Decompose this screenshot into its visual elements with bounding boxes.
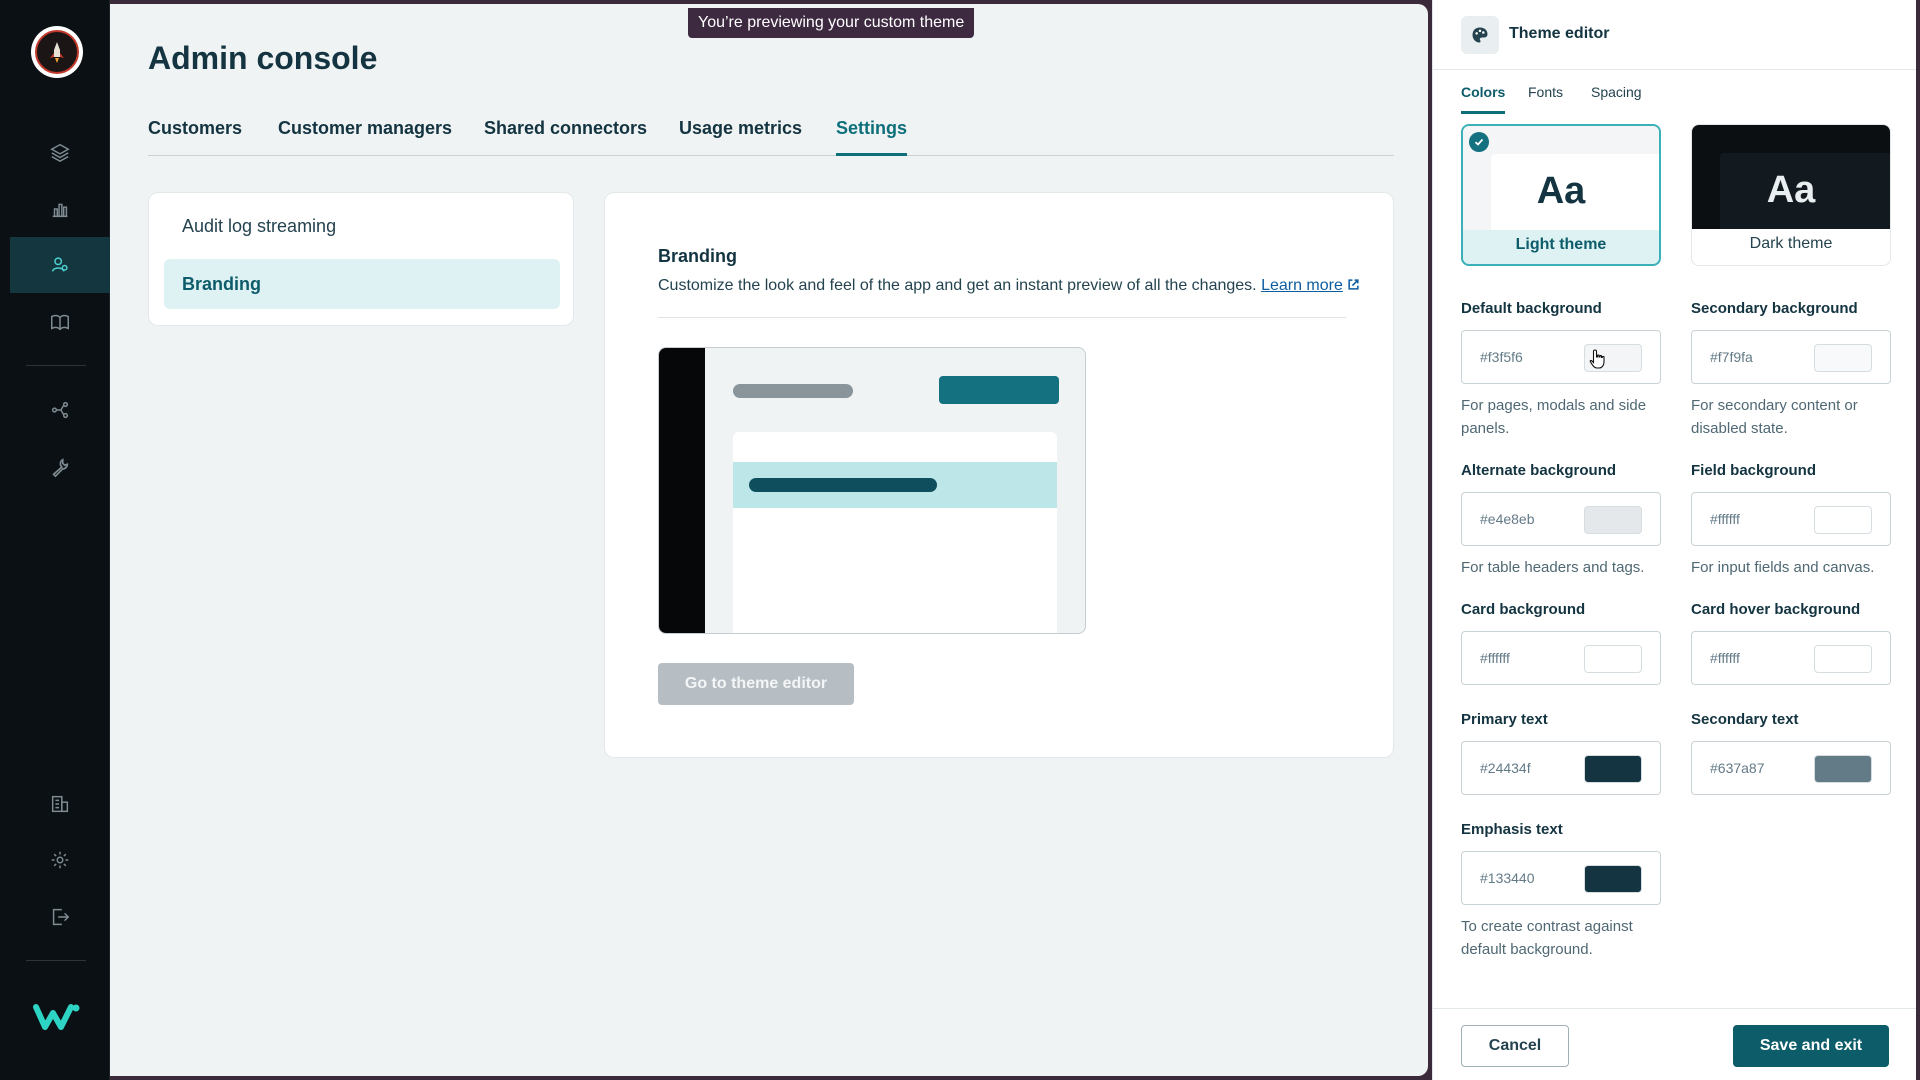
color-swatch[interactable] [1814, 344, 1872, 372]
learn-more-link[interactable]: Learn more [1261, 277, 1343, 294]
secondary-background-input[interactable]: #f7f9fa [1691, 330, 1891, 384]
preview-banner: You’re previewing your custom theme [688, 8, 975, 38]
dark-theme-option[interactable]: Aa Dark theme [1691, 124, 1891, 266]
settings-nav-audit-log[interactable]: Audit log streaming [164, 201, 560, 251]
secondary-text-input[interactable]: #637a87 [1691, 741, 1891, 795]
card-background-input[interactable]: #ffffff [1461, 631, 1661, 685]
field-card-background: Card background #ffffff [1461, 601, 1661, 685]
dark-theme-sample: Aa [1766, 169, 1816, 211]
preview-selected-row [733, 462, 1057, 508]
branding-card: Branding Customize the look and feel of … [604, 192, 1394, 758]
palette-icon [1461, 16, 1499, 54]
book-icon[interactable] [10, 294, 110, 350]
editor-footer: Cancel Save and exit [1433, 1008, 1916, 1080]
tab-usage-metrics[interactable]: Usage metrics [679, 118, 802, 156]
tab-customers[interactable]: Customers [148, 118, 242, 156]
color-swatch[interactable] [1584, 506, 1642, 534]
field-secondary-background: Secondary background #f7f9fa For seconda… [1691, 300, 1891, 440]
go-to-theme-editor-button[interactable]: Go to theme editor [658, 663, 854, 705]
field-emphasis-text: Emphasis text #133440 To create contrast… [1461, 821, 1661, 961]
color-swatch[interactable] [1584, 865, 1642, 893]
bar-chart-icon[interactable] [10, 181, 110, 237]
primary-text-input[interactable]: #24434f [1461, 741, 1661, 795]
light-theme-label: Light theme [1515, 236, 1607, 253]
hand-cursor-icon [1589, 349, 1605, 369]
light-theme-sample: Aa [1536, 170, 1586, 212]
editor-tab-spacing[interactable]: Spacing [1591, 84, 1642, 114]
preview-button [939, 376, 1059, 404]
gear-icon[interactable] [10, 832, 110, 888]
branding-title: Branding [658, 246, 737, 266]
settings-nav-branding[interactable]: Branding [164, 259, 560, 309]
external-link-icon [1348, 279, 1359, 290]
field-secondary-text: Secondary text #637a87 [1691, 711, 1891, 795]
connectors-icon[interactable] [10, 382, 110, 438]
workato-logo-icon[interactable] [33, 998, 81, 1034]
nav-divider [26, 365, 86, 366]
dark-theme-label: Dark theme [1749, 235, 1833, 252]
preview-sidebar [659, 348, 705, 633]
settings-nav: Audit log streaming Branding [148, 192, 574, 326]
tab-settings[interactable]: Settings [836, 118, 908, 156]
emphasis-text-input[interactable]: #133440 [1461, 851, 1661, 905]
page-title: Admin console [148, 40, 378, 76]
logout-icon[interactable] [10, 889, 110, 945]
color-swatch[interactable] [1814, 755, 1872, 783]
editor-header: Theme editor [1433, 0, 1916, 70]
field-background-input[interactable]: #ffffff [1691, 492, 1891, 546]
field-primary-text: Primary text #24434f [1461, 711, 1661, 795]
alternate-background-input[interactable]: #e4e8eb [1461, 492, 1661, 546]
color-swatch[interactable] [1814, 645, 1872, 673]
theme-editor-panel: Theme editor Colors Fonts Spacing Aa Lig… [1432, 0, 1916, 1080]
field-card-hover-background: Card hover background #ffffff [1691, 601, 1891, 685]
cancel-button[interactable]: Cancel [1461, 1025, 1569, 1067]
preview-panel [733, 432, 1057, 633]
card-hover-background-input[interactable]: #ffffff [1691, 631, 1891, 685]
card-divider [658, 317, 1346, 318]
tab-shared-connectors[interactable]: Shared connectors [484, 118, 647, 156]
preview-title-bar [733, 384, 853, 398]
sidebar [0, 0, 110, 1080]
field-field-background: Field background #ffffff For input field… [1691, 462, 1891, 579]
org-logo[interactable] [31, 26, 83, 78]
check-icon [1469, 132, 1489, 152]
branding-description-text: Customize the look and feel of the app a… [658, 277, 1257, 294]
color-swatch[interactable] [1584, 645, 1642, 673]
console-tabs: Customers Customer managers Shared conne… [148, 118, 1394, 156]
preview-row-bar [749, 478, 937, 492]
wrench-icon[interactable] [10, 439, 110, 495]
editor-tab-colors[interactable]: Colors [1461, 84, 1506, 114]
rocket-logo-icon [35, 30, 79, 74]
building-icon[interactable] [10, 776, 110, 832]
tab-customer-managers[interactable]: Customer managers [278, 118, 452, 156]
save-and-exit-button[interactable]: Save and exit [1733, 1025, 1889, 1067]
nav-divider [26, 960, 86, 961]
branding-description: Customize the look and feel of the app a… [658, 277, 1359, 295]
default-background-input[interactable]: #f3f5f6 [1461, 330, 1661, 384]
editor-tab-fonts[interactable]: Fonts [1528, 84, 1563, 114]
users-icon[interactable] [10, 237, 110, 293]
color-swatch[interactable] [1814, 506, 1872, 534]
theme-preview [658, 347, 1086, 634]
editor-title: Theme editor [1509, 25, 1610, 42]
editor-tabs: Colors Fonts Spacing [1461, 84, 1901, 114]
field-alternate-background: Alternate background #e4e8eb For table h… [1461, 462, 1661, 579]
color-swatch[interactable] [1584, 755, 1642, 783]
layers-icon[interactable] [10, 124, 110, 180]
light-theme-option[interactable]: Aa Light theme [1461, 124, 1661, 266]
field-default-background: Default background #f3f5f6 For pages, mo… [1461, 300, 1661, 440]
